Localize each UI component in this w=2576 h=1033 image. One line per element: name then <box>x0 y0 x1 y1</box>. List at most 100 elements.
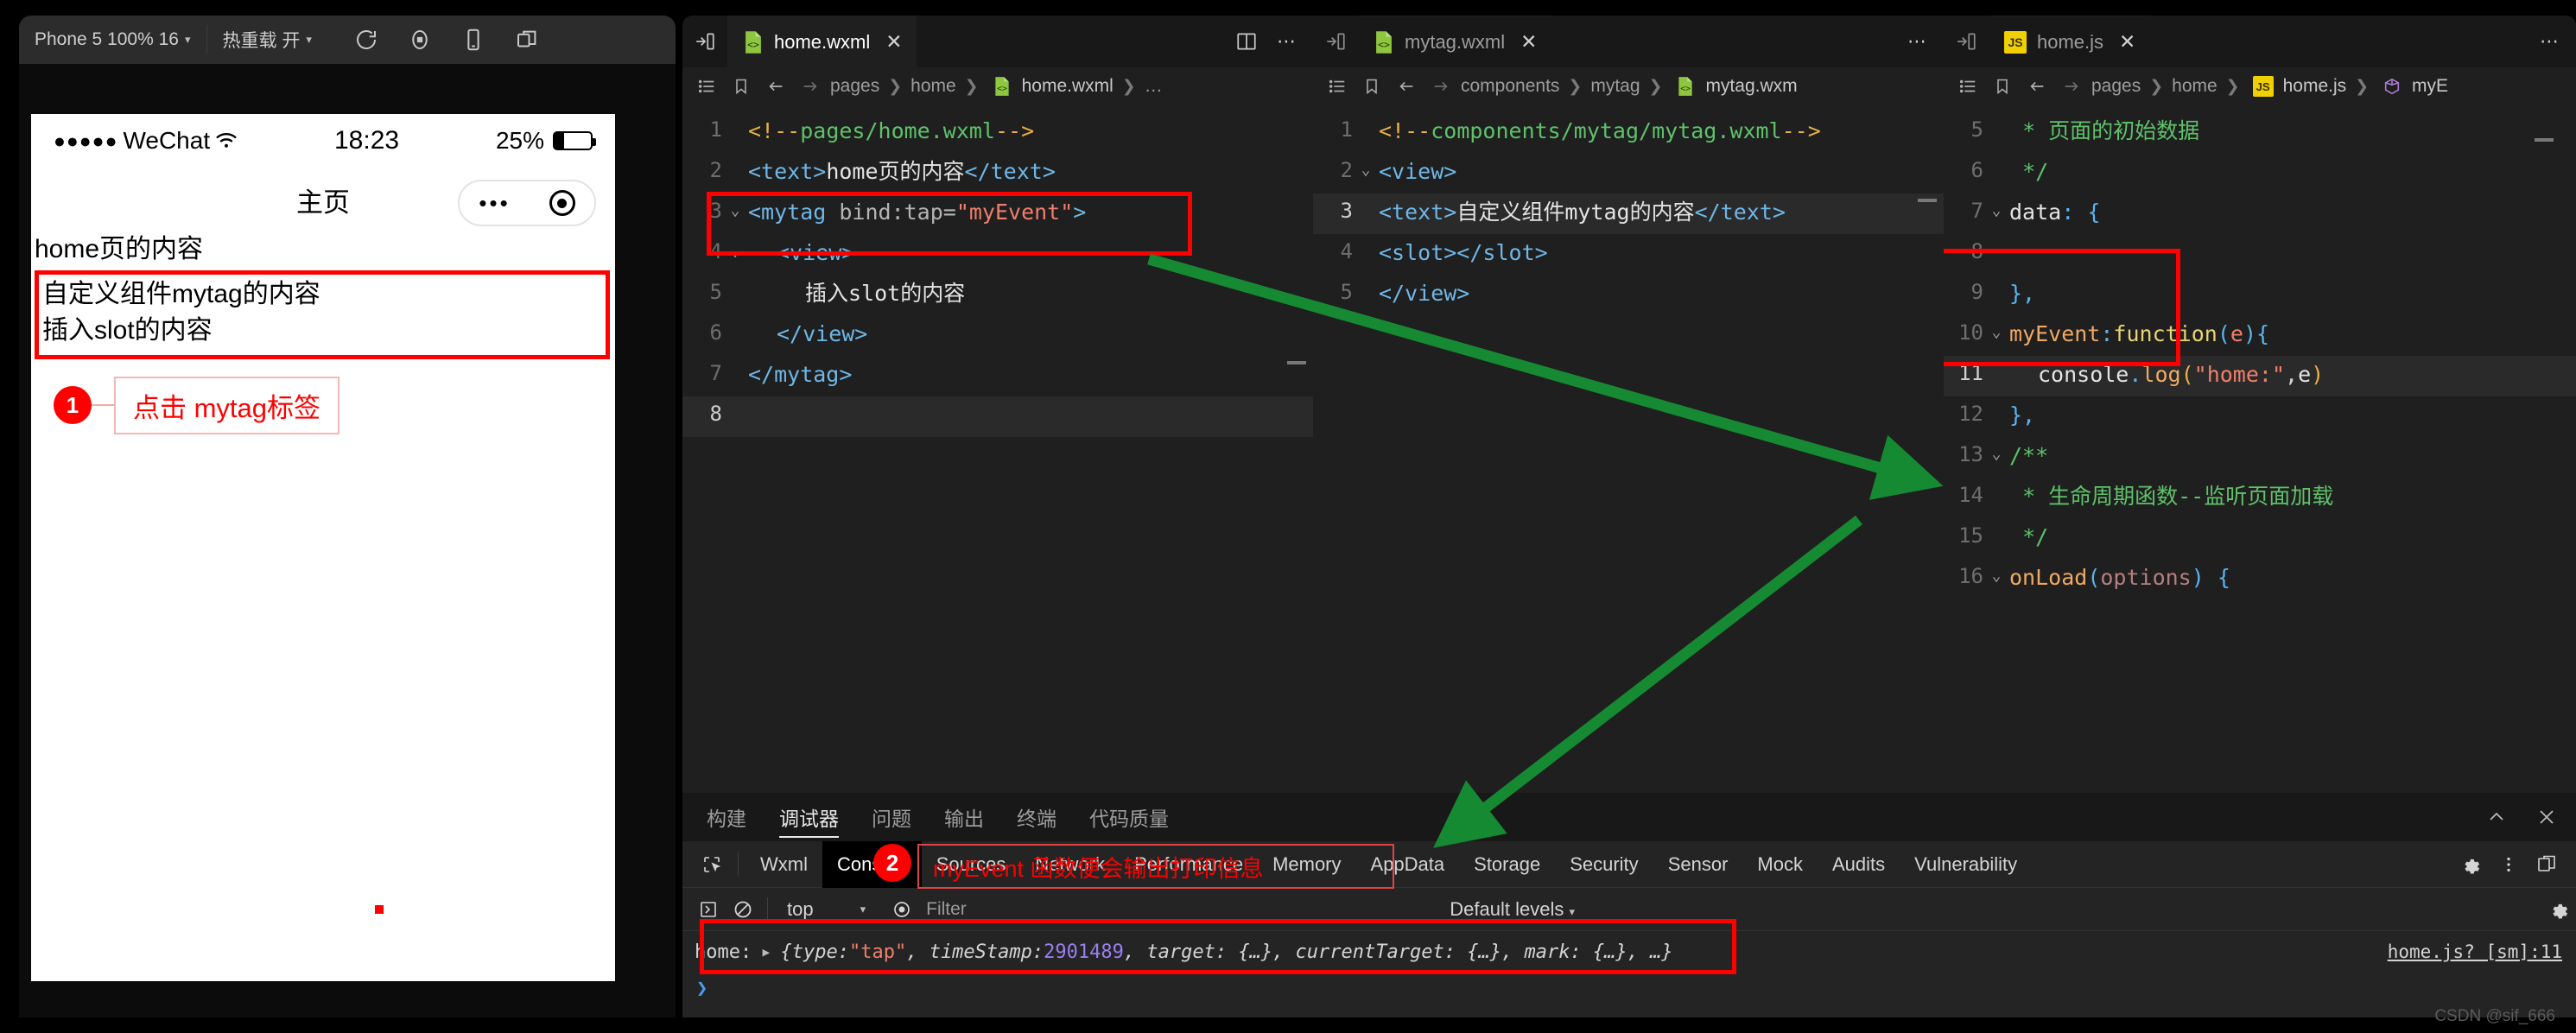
code-line[interactable]: 5 * 页面的初始数据 <box>1944 112 2576 153</box>
code-line[interactable]: 8 <box>682 396 1313 437</box>
refresh-icon[interactable] <box>339 16 393 64</box>
code-line[interactable]: 4 <slot></slot> <box>1313 234 1944 275</box>
devtools-tab-mock[interactable]: Mock <box>1742 841 1818 888</box>
back-arrow-icon[interactable] <box>1389 77 1424 96</box>
code-line[interactable]: 3 ⌄ <mytag bind:tap="myEvent"> <box>682 193 1313 234</box>
back-arrow-icon[interactable] <box>758 77 793 96</box>
breadcrumb-segment-file[interactable]: home.wxml <box>1019 76 1116 97</box>
code-line[interactable]: 7 ⌄ data: { <box>1944 193 2576 234</box>
expand-arrow-icon[interactable]: ▸ <box>752 941 780 963</box>
wechat-capsule[interactable]: ••• <box>458 180 596 226</box>
console-message-row[interactable]: home: ▸ {type: "tap" , timeStamp: 290148… <box>682 931 2576 973</box>
execute-icon[interactable] <box>691 899 726 920</box>
breadcrumb-segment-file[interactable]: mytag.wxm <box>1703 76 1799 97</box>
filter-input[interactable]: Filter <box>919 899 967 920</box>
forward-arrow-icon[interactable] <box>2054 77 2089 96</box>
more-dots-icon[interactable]: ••• <box>479 190 510 217</box>
code-line[interactable]: 13 ⌄/** <box>1944 437 2576 478</box>
tab-mytag-wxml[interactable]: <> mytag.wxml ✕ <box>1358 16 1551 67</box>
kebab-menu-icon[interactable] <box>2490 854 2528 875</box>
breadcrumb-segment-symbol[interactable]: myE <box>2409 76 2451 97</box>
code-line[interactable]: 11 console.log("home:",e) <box>1944 356 2576 396</box>
code-line[interactable]: 9}, <box>1944 275 2576 315</box>
breadcrumb-segment-home[interactable]: home <box>908 76 959 97</box>
fold-chevron-icon[interactable]: ⌄ <box>1983 193 2009 219</box>
panel-tab-item[interactable]: 代码质量 <box>1089 793 1169 841</box>
panel-tab-item[interactable]: 终端 <box>1017 793 1056 841</box>
toggle-sidebar-icon[interactable] <box>1313 16 1358 67</box>
breadcrumb-segment-pages[interactable]: pages <box>2089 76 2143 97</box>
forward-arrow-icon[interactable] <box>1424 77 1458 96</box>
code-line[interactable]: 3 <text>自定义组件mytag的内容</text> <box>1313 193 1944 234</box>
more-actions-icon[interactable]: ⋯ <box>1907 30 1926 53</box>
panel-tab-item[interactable]: 问题 <box>872 793 911 841</box>
fold-chevron-icon[interactable]: ⌄ <box>1983 437 2009 463</box>
panel-tab-active[interactable]: 调试器 <box>779 793 839 841</box>
console-source-link[interactable]: home.js? [sm]:11 <box>2388 941 2562 962</box>
editor3-scrollbar-slider[interactable] <box>2535 138 2554 142</box>
breadcrumb-segment-mytag[interactable]: mytag <box>1588 76 1642 97</box>
editor3-code[interactable]: 5 * 页面的初始数据 6 */7 ⌄ data: {8 9}, 10 ⌄ myEvent:f… <box>1944 105 2576 793</box>
devtools-tab-audits[interactable]: Audits <box>1818 841 1900 888</box>
target-icon[interactable] <box>549 190 575 216</box>
forward-arrow-icon[interactable] <box>793 77 828 96</box>
code-line[interactable]: 4 ⌄ <view> <box>682 234 1313 275</box>
code-line[interactable]: 8 <box>1944 234 2576 275</box>
device-icon[interactable] <box>447 16 500 64</box>
code-line[interactable]: 6 </view> <box>682 315 1313 356</box>
settings-gear-icon[interactable] <box>2452 854 2490 875</box>
code-line[interactable]: 2 <text>home页的内容</text> <box>682 153 1313 193</box>
chevron-down-icon[interactable]: ▾ <box>826 903 885 916</box>
more-actions-icon[interactable]: ⋯ <box>2540 30 2559 53</box>
clear-console-icon[interactable] <box>726 899 760 920</box>
console-input-prompt[interactable]: ❯ <box>682 973 2576 1004</box>
tab-home-wxml[interactable]: <> home.wxml ✕ <box>727 16 917 67</box>
inspect-element-icon[interactable] <box>693 854 731 875</box>
fold-chevron-icon[interactable]: ⌄ <box>722 234 748 260</box>
outline-icon[interactable] <box>1320 77 1355 96</box>
code-line[interactable]: 10 ⌄ myEvent:function(e){ <box>1944 315 2576 356</box>
fold-chevron-icon[interactable]: ⌄ <box>722 193 748 219</box>
record-icon[interactable] <box>393 16 447 64</box>
code-line[interactable]: 7 </mytag> <box>682 356 1313 396</box>
panel-tab-item[interactable]: 构建 <box>707 793 746 841</box>
hotreload-selector[interactable]: 热重载 开 ▾ <box>207 16 327 64</box>
tab-home-js[interactable]: JS home.js ✕ <box>1989 16 2150 67</box>
collapse-icon[interactable] <box>2486 807 2507 827</box>
code-line[interactable]: 14 * 生命周期函数--监听页面加载 <box>1944 478 2576 518</box>
code-line[interactable]: 5 插入slot的内容 <box>682 275 1313 315</box>
close-icon[interactable] <box>2536 807 2557 827</box>
toggle-sidebar-icon[interactable] <box>1944 16 1989 67</box>
devtools-tab-security[interactable]: Security <box>1555 841 1653 888</box>
devtools-tab-storage[interactable]: Storage <box>1459 841 1555 888</box>
dock-side-icon[interactable] <box>2528 854 2566 875</box>
breadcrumb-segment-components[interactable]: components <box>1458 76 1562 97</box>
more-actions-icon[interactable]: ⋯ <box>1277 30 1296 53</box>
editor1-scrollbar-slider[interactable] <box>1287 361 1306 364</box>
code-line[interactable]: 1 <!--pages/home.wxml--> <box>682 112 1313 153</box>
editor2-scrollbar-slider[interactable] <box>1918 199 1937 202</box>
breadcrumb-segment-more[interactable]: … <box>1142 76 1165 97</box>
code-line[interactable]: 5 </view> <box>1313 275 1944 315</box>
breadcrumb-segment-pages[interactable]: pages <box>828 76 882 97</box>
device-selector[interactable]: Phone 5 100% 16 ▾ <box>19 16 206 64</box>
close-icon[interactable]: ✕ <box>1520 30 1537 54</box>
code-line[interactable]: 2 ⌄ <view> <box>1313 153 1944 193</box>
code-line[interactable]: 15 */ <box>1944 518 2576 559</box>
context-selector[interactable]: top <box>775 898 826 921</box>
console-settings-icon[interactable] <box>2541 899 2576 920</box>
outline-icon[interactable] <box>1951 77 1985 96</box>
toggle-sidebar-icon[interactable] <box>682 16 727 67</box>
split-editor-icon[interactable] <box>1235 30 1258 53</box>
close-icon[interactable]: ✕ <box>2119 30 2135 54</box>
devtools-tab-vulnerability[interactable]: Vulnerability <box>1900 841 2032 888</box>
devtools-tab-wxml[interactable]: Wxml <box>746 841 822 888</box>
editor2-code[interactable]: 1 <!--components/mytag/mytag.wxml--> 2 ⌄ <vi… <box>1313 105 1944 793</box>
bookmark-icon[interactable] <box>1985 77 2020 96</box>
devtools-tab-sensor[interactable]: Sensor <box>1653 841 1743 888</box>
outline-icon[interactable] <box>689 77 724 96</box>
back-arrow-icon[interactable] <box>2020 77 2054 96</box>
fold-chevron-icon[interactable]: ⌄ <box>1353 153 1379 179</box>
editor1-code[interactable]: 1 <!--pages/home.wxml--> 2 <text>home页的内容</… <box>682 105 1313 793</box>
bookmark-icon[interactable] <box>1355 77 1389 96</box>
